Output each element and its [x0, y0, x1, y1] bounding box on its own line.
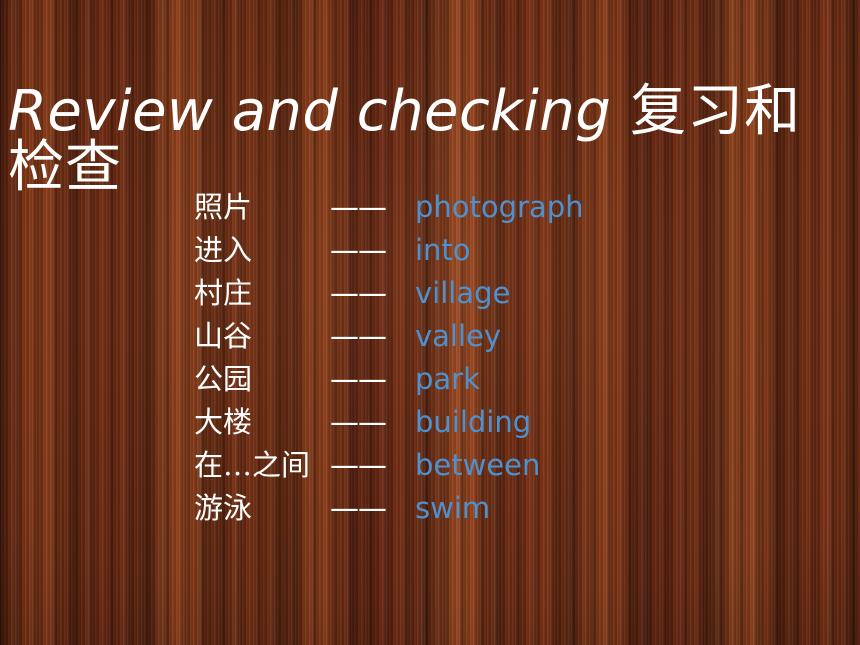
vocabulary-row: 村庄 —— village	[194, 270, 814, 313]
vocabulary-separator-dash: ——	[330, 233, 387, 267]
slide-title-spacer	[611, 79, 630, 144]
vocabulary-separator-dash: ——	[330, 362, 387, 396]
vocabulary-term-english: building	[415, 405, 532, 439]
slide-canvas: Review and checking 复习和检查 照片 —— photogra…	[0, 0, 860, 645]
vocabulary-term-english: park	[415, 362, 480, 396]
vocabulary-row: 游泳 —— swim	[194, 485, 814, 528]
vocabulary-term-english: photograph	[415, 190, 584, 224]
vocabulary-separator-dash: ——	[330, 448, 387, 482]
vocabulary-term-chinese: 在…之间	[194, 448, 311, 482]
vocabulary-term-english: valley	[415, 319, 502, 353]
vocabulary-row: 进入 —— into	[194, 227, 814, 270]
slide-title: Review and checking 复习和检查	[8, 84, 852, 196]
vocabulary-list: 照片 —— photograph 进入 —— into 村庄 —— villag…	[194, 184, 814, 528]
vocabulary-separator-dash: ——	[330, 276, 387, 310]
vocabulary-term-english: into	[415, 233, 471, 267]
vocabulary-term-english: swim	[415, 491, 491, 525]
vocabulary-term-chinese: 照片	[194, 190, 253, 224]
vocabulary-separator-dash: ——	[330, 491, 387, 525]
vocabulary-term-chinese: 山谷	[194, 319, 253, 353]
vocabulary-term-chinese: 公园	[194, 362, 253, 396]
vocabulary-separator-dash: ——	[330, 190, 387, 224]
vocabulary-row: 照片 —— photograph	[194, 184, 814, 227]
vocabulary-term-chinese: 游泳	[194, 491, 253, 525]
vocabulary-row: 公园 —— park	[194, 356, 814, 399]
vocabulary-row: 在…之间 —— between	[194, 442, 814, 485]
vocabulary-row: 大楼 —— building	[194, 399, 814, 442]
vocabulary-term-chinese: 进入	[194, 233, 253, 267]
vocabulary-separator-dash: ——	[330, 405, 387, 439]
vocabulary-term-chinese: 大楼	[194, 405, 253, 439]
vocabulary-row: 山谷 —— valley	[194, 313, 814, 356]
vocabulary-term-chinese: 村庄	[194, 276, 253, 310]
vocabulary-separator-dash: ——	[330, 319, 387, 353]
vocabulary-term-english: village	[415, 276, 511, 310]
vocabulary-term-english: between	[415, 448, 541, 482]
